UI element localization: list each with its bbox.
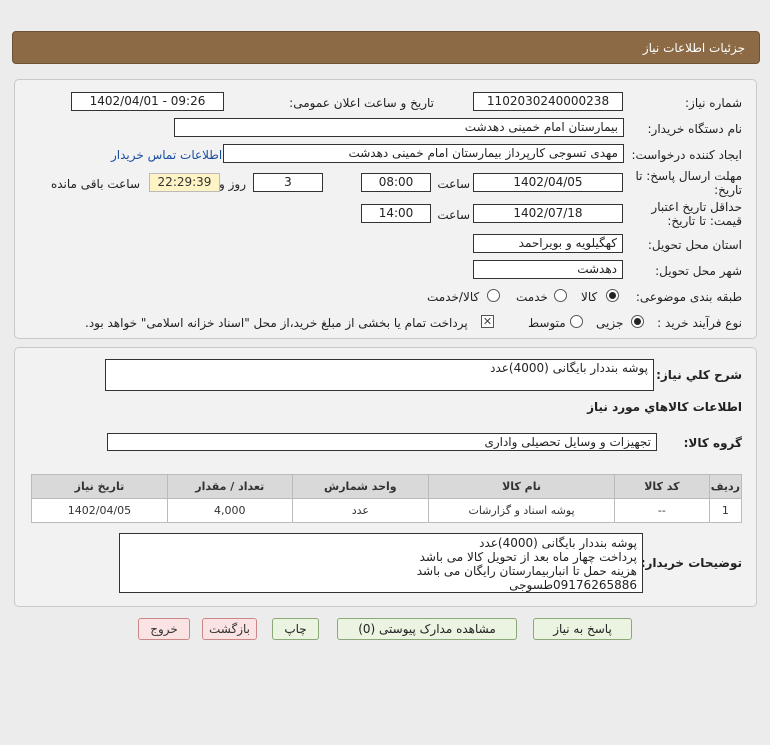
buyer-note-line: 09176265886طسوجی [509, 578, 637, 592]
send-time-label: ساعت [437, 177, 470, 191]
buyer-org-field: بیمارستان امام خمینی دهدشت [174, 118, 624, 137]
treasury-payment-checkbox[interactable]: ✕ [481, 315, 494, 328]
send-time-field: 08:00 [361, 173, 431, 192]
buyer-note-line: پوشه بنددار بایگانی (4000)عدد [479, 536, 637, 550]
col-header-code: کد کالا [613, 474, 710, 499]
page-title: جزئیات اطلاعات نیاز [642, 41, 745, 55]
summary-label: شرح کلي نياز: [656, 368, 742, 382]
category-goods-service-label: کالا/خدمت [427, 290, 480, 304]
table-row: 1 -- پوشه اسناد و گزارشات عدد 4,000 1402… [31, 498, 743, 523]
page-header: جزئیات اطلاعات نیاز [12, 31, 760, 64]
validity-date-field: 1402/07/18 [473, 204, 623, 223]
process-type-label: نوع فرآیند خرید : [657, 316, 742, 330]
need-details-panel: شرح کلي نياز: پوشه بنددار بایگانی (4000)… [14, 347, 757, 607]
cell-quantity: 4,000 [166, 498, 293, 523]
exit-button[interactable]: خروج [138, 618, 190, 640]
process-medium-label: متوسط [528, 316, 566, 330]
city-field: دهدشت [473, 260, 623, 279]
province-label: استان محل تحویل: [647, 238, 742, 252]
validity-label-line2: قیمت: تا تاریخ: [667, 214, 742, 228]
days-remaining-field: 3 [253, 173, 323, 192]
category-service-radio[interactable] [554, 289, 567, 302]
treasury-payment-note: پرداخت تمام یا بخشی از مبلغ خرید،از محل … [85, 316, 468, 330]
buyer-notes-box: پوشه بنددار بایگانی (4000)عدد پرداخت چها… [119, 533, 643, 593]
reply-button[interactable]: پاسخ به نیاز [533, 618, 632, 640]
send-date-field: 1402/04/05 [473, 173, 623, 192]
col-header-row: ردیف [708, 474, 743, 499]
process-medium-radio[interactable] [570, 315, 583, 328]
buyer-notes-label: توضیحات خریدار: [640, 556, 742, 570]
goods-info-title: اطلاعات کالاهاي مورد نياز [587, 400, 742, 414]
process-minor-radio[interactable] [631, 315, 644, 328]
category-service-label: خدمت [516, 290, 548, 304]
category-goods-radio[interactable] [606, 289, 619, 302]
goods-group-field: تجهیزات و وسایل تحصیلی واداری [107, 433, 657, 451]
col-header-quantity: تعداد / مقدار [166, 474, 293, 499]
buyer-note-line: پرداخت چهار ماه بعد از تحویل کالا می باش… [419, 550, 637, 564]
process-minor-label: جزیی [596, 316, 624, 330]
validity-label-line1: حداقل تاریخ اعتبار [651, 200, 742, 214]
buyer-note-line: هزینه حمل تا انباربیمارستان رایگان می با… [416, 564, 637, 578]
cell-row: 1 [708, 498, 743, 523]
summary-field: پوشه بنددار بایگانی (4000)عدد [105, 359, 654, 391]
category-label: طبقه بندی موضوعی: [635, 290, 742, 304]
city-label: شهر محل تحویل: [655, 264, 742, 278]
validity-time-field: 14:00 [361, 204, 431, 223]
remaining-time-label: ساعت باقی مانده [50, 177, 140, 191]
cell-unit: عدد [291, 498, 430, 523]
col-header-name: نام کالا [428, 474, 615, 499]
goods-group-label: گروه کالا: [683, 436, 742, 450]
category-goods-service-radio[interactable] [487, 289, 500, 302]
col-header-date: تاریخ نیاز [31, 474, 168, 499]
validity-time-label: ساعت [437, 208, 470, 222]
col-header-unit: واحد شمارش [291, 474, 430, 499]
send-deadline-label-line2: تاریخ: [714, 183, 742, 197]
province-field: کهگیلویه و بویراحمد [473, 234, 623, 253]
back-button[interactable]: بازگشت [202, 618, 257, 640]
cell-code: -- [613, 498, 710, 523]
cell-date: 1402/04/05 [31, 498, 168, 523]
need-number-field: 1102030240000238 [473, 92, 623, 111]
requester-field: مهدی تسوجی کارپرداز بیمارستان امام خمینی… [223, 144, 624, 163]
days-label: روز و [219, 177, 246, 191]
buyer-org-label: نام دستگاه خریدار: [647, 122, 743, 136]
category-goods-label: کالا [581, 290, 598, 304]
print-button[interactable]: چاپ [272, 618, 319, 640]
attachments-button[interactable]: مشاهده مدارک پیوستی (0) [337, 618, 517, 640]
need-number-label: شماره نیاز: [685, 96, 742, 110]
need-info-panel: شماره نیاز: 1102030240000238 تاریخ و ساع… [14, 79, 757, 339]
send-deadline-label-line1: مهلت ارسال پاسخ: تا [635, 169, 742, 183]
buyer-contact-link[interactable]: اطلاعات تماس خریدار [111, 148, 222, 162]
requester-label: ایجاد کننده درخواست: [631, 148, 742, 162]
announce-datetime-label: تاریخ و ساعت اعلان عمومی: [289, 96, 434, 110]
announce-datetime-field: 1402/04/01 - 09:26 [71, 92, 224, 111]
cell-name: پوشه اسناد و گزارشات [428, 498, 615, 523]
remaining-time-field: 22:29:39 [149, 173, 220, 192]
goods-table: ردیف کد کالا نام کالا واحد شمارش تعداد /… [31, 474, 743, 523]
